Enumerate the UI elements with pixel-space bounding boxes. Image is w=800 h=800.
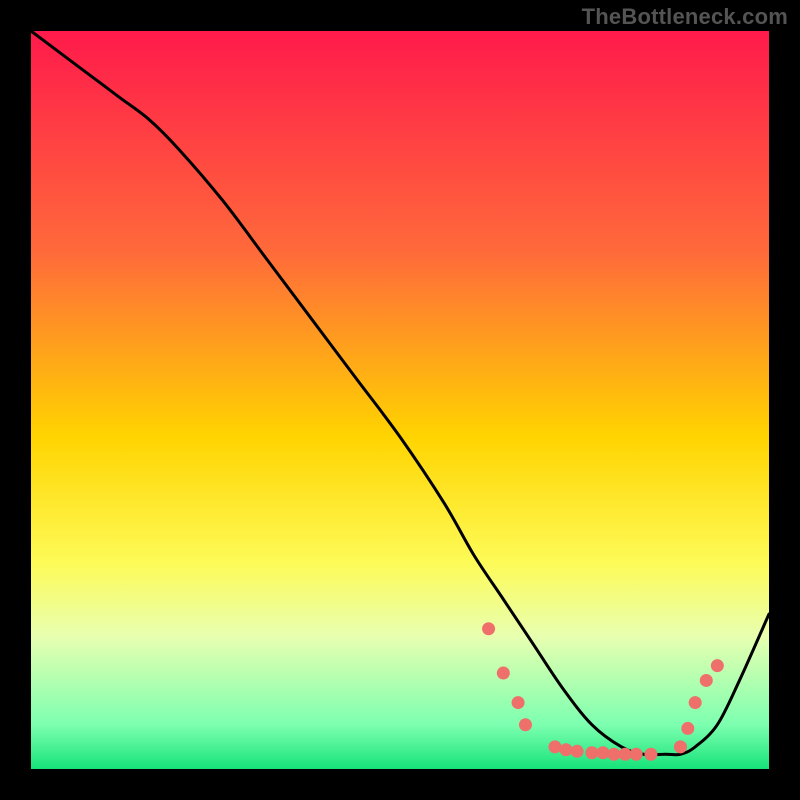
curve-marker bbox=[585, 746, 598, 759]
curve-marker bbox=[700, 674, 713, 687]
gradient-background bbox=[31, 31, 769, 769]
curve-marker bbox=[482, 622, 495, 635]
curve-marker bbox=[689, 696, 702, 709]
curve-marker bbox=[596, 746, 609, 759]
curve-marker bbox=[608, 748, 621, 761]
curve-marker bbox=[630, 748, 643, 761]
curve-marker bbox=[711, 659, 724, 672]
plot-area bbox=[31, 31, 769, 769]
curve-marker bbox=[519, 718, 532, 731]
curve-marker bbox=[512, 696, 525, 709]
chart-frame: TheBottleneck.com bbox=[0, 0, 800, 800]
curve-marker bbox=[497, 667, 510, 680]
curve-marker bbox=[619, 748, 632, 761]
watermark-text: TheBottleneck.com bbox=[582, 4, 788, 30]
curve-marker bbox=[571, 745, 584, 758]
curve-marker bbox=[644, 748, 657, 761]
curve-marker bbox=[681, 722, 694, 735]
curve-marker bbox=[548, 740, 561, 753]
curve-marker bbox=[674, 740, 687, 753]
chart-canvas bbox=[31, 31, 769, 769]
curve-marker bbox=[560, 743, 573, 756]
